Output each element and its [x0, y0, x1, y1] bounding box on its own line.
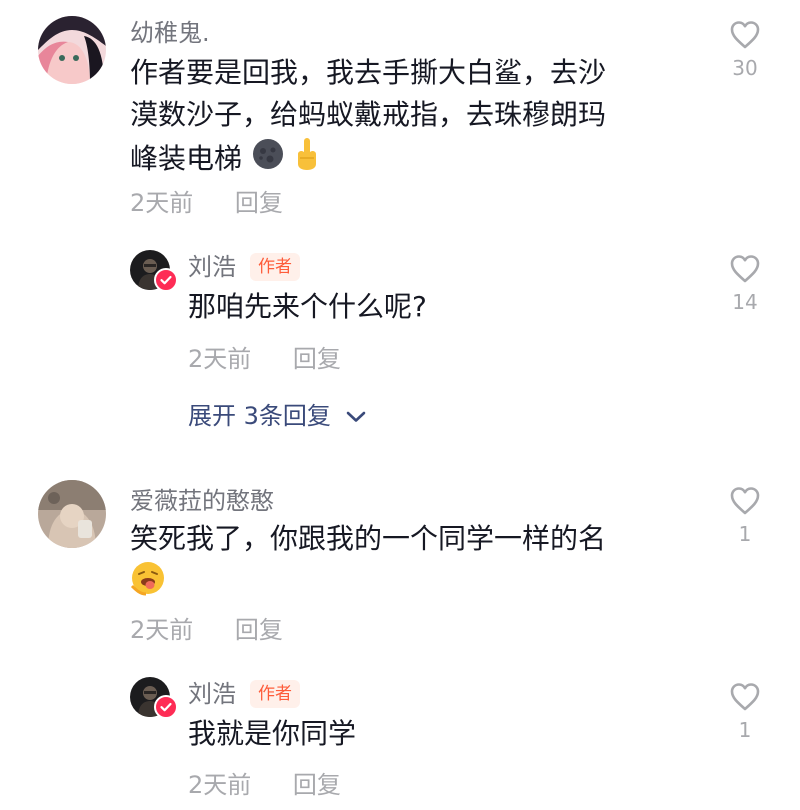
- comment-text-line: 笑死我了，你跟我的一个同学一样的名: [130, 522, 607, 555]
- reply-meta: 2天前 回复: [188, 770, 341, 800]
- comment-text-line: 峰装电梯: [130, 142, 243, 175]
- author-tag: 作者: [250, 253, 300, 281]
- avatar[interactable]: [38, 480, 106, 548]
- expand-replies-label: 展开 3条回复: [188, 402, 331, 430]
- like-count: 14: [732, 290, 758, 314]
- like-button[interactable]: 30: [715, 20, 775, 80]
- reply-button[interactable]: 回复: [293, 770, 341, 800]
- comment-username[interactable]: 爱薇菈的憨憨: [130, 486, 274, 516]
- comment-meta: 2天前 回复: [130, 188, 283, 218]
- reply-username[interactable]: 刘浩: [188, 252, 236, 282]
- verified-badge-icon: [154, 695, 178, 719]
- heart-icon: [730, 21, 760, 49]
- heart-icon: [730, 487, 760, 515]
- reply-button[interactable]: 回复: [293, 344, 341, 374]
- like-button[interactable]: 14: [715, 254, 775, 314]
- verified-badge-icon: [154, 268, 178, 292]
- comment-text-line: 作者要是回我，我去手撕大白鲨，去沙: [130, 56, 607, 89]
- comment-meta: 2天前 回复: [130, 615, 283, 645]
- chevron-down-icon: [346, 411, 365, 422]
- comment-emoji-line: [130, 560, 606, 608]
- heart-icon: [730, 255, 760, 283]
- like-button[interactable]: 1: [715, 682, 775, 742]
- reply-time: 2天前: [188, 345, 252, 373]
- reply-button[interactable]: 回复: [235, 188, 283, 218]
- comment-time: 2天前: [130, 616, 194, 644]
- comment-text-line: 漠数沙子，给蚂蚁戴戒指，去珠穆朗玛: [130, 98, 607, 131]
- heart-icon: [730, 683, 760, 711]
- reply-username[interactable]: 刘浩: [188, 679, 236, 709]
- tongue-out-emoji: [130, 560, 166, 608]
- reply-time: 2天前: [188, 771, 252, 799]
- avatar[interactable]: [38, 16, 106, 84]
- comment-time: 2天前: [130, 189, 194, 217]
- comment-text-line-with-emoji: 峰装电梯: [130, 136, 606, 184]
- author-tag: 作者: [250, 680, 300, 708]
- comment-text: 笑死我了，你跟我的一个同学一样的名: [130, 518, 606, 608]
- reply-button[interactable]: 回复: [235, 615, 283, 645]
- new-moon-face-emoji: [251, 137, 285, 183]
- like-count: 1: [738, 718, 752, 742]
- like-count: 1: [738, 522, 752, 546]
- like-button[interactable]: 1: [715, 486, 775, 546]
- reply-text: 我就是你同学: [188, 717, 357, 750]
- middle-finger-emoji: [294, 136, 320, 184]
- comment-username[interactable]: 幼稚鬼.: [130, 18, 210, 48]
- expand-replies-button[interactable]: 展开 3条回复: [188, 401, 367, 431]
- reply-text: 那咱先来个什么呢?: [188, 290, 427, 323]
- like-count: 30: [732, 56, 758, 80]
- reply-meta: 2天前 回复: [188, 344, 341, 374]
- comment-text: 作者要是回我，我去手撕大白鲨，去沙 漠数沙子，给蚂蚁戴戒指，去珠穆朗玛 峰装电梯: [130, 52, 606, 184]
